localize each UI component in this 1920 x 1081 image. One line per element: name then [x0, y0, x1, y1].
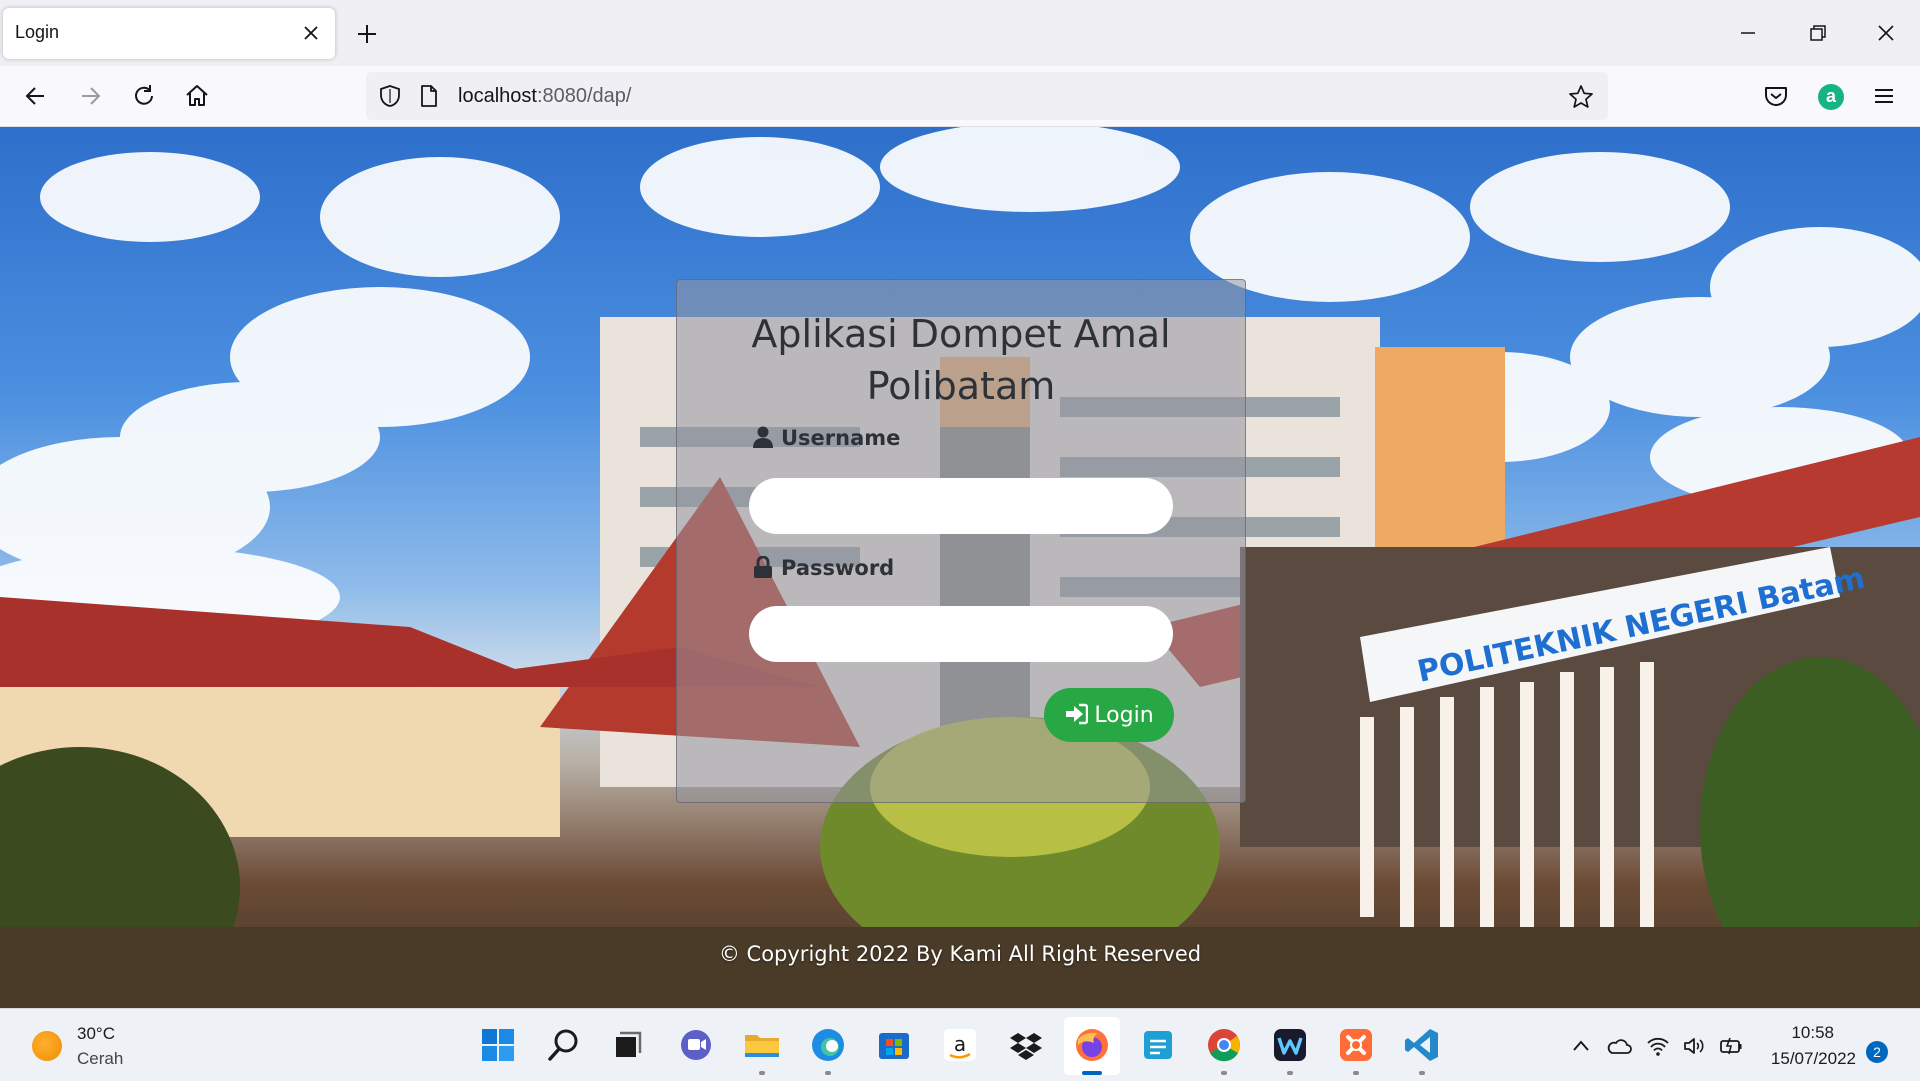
search-icon[interactable]: [544, 1025, 584, 1065]
page-title: Aplikasi Dompet Amal Polibatam: [751, 312, 1171, 408]
menu-icon[interactable]: [1870, 82, 1898, 110]
tracking-shield-icon[interactable]: [378, 84, 402, 108]
pocket-icon[interactable]: [1762, 82, 1790, 110]
back-icon[interactable]: [22, 82, 50, 110]
browser-tab-strip: Login: [0, 0, 1920, 66]
navigation-toolbar: localhost:8080/dap/ a: [0, 66, 1920, 127]
running-indicator: [1287, 1071, 1293, 1075]
wondershare-icon[interactable]: [1270, 1025, 1310, 1065]
store-icon[interactable]: [874, 1025, 914, 1065]
running-indicator: [1353, 1071, 1359, 1075]
home-icon[interactable]: [183, 82, 211, 110]
volume-icon[interactable]: [1682, 1035, 1706, 1057]
running-indicator: [825, 1071, 831, 1075]
tab-title: Login: [15, 22, 60, 42]
running-indicator: [1221, 1071, 1227, 1075]
running-indicator: [1419, 1071, 1425, 1075]
wifi-icon[interactable]: [1646, 1035, 1670, 1057]
running-indicator: [759, 1071, 765, 1075]
login-card: Aplikasi Dompet Amal Polibatam Username …: [676, 279, 1246, 803]
battery-charging-icon[interactable]: [1718, 1035, 1744, 1057]
amazon-icon[interactable]: a: [940, 1025, 980, 1065]
username-label: Username: [753, 426, 900, 450]
copyright-footer: © Copyright 2022 By Kami All Right Reser…: [718, 942, 1202, 966]
minimize-icon[interactable]: [1737, 22, 1759, 44]
dropbox-icon[interactable]: [1006, 1025, 1046, 1065]
url-text[interactable]: localhost:8080/dap/: [458, 85, 631, 108]
weather-description[interactable]: Cerah: [77, 1049, 123, 1069]
clock-time[interactable]: 10:58: [1791, 1023, 1834, 1043]
firefox-icon[interactable]: [1072, 1025, 1112, 1065]
chat-icon[interactable]: [676, 1025, 716, 1065]
user-icon: [753, 426, 773, 448]
page-viewport: POLITEKNIK NEGERI Batam Aplikasi Dompet …: [0, 127, 1920, 1008]
page-info-icon[interactable]: [418, 84, 440, 108]
url-bar[interactable]: localhost:8080/dap/: [366, 72, 1608, 120]
forward-icon[interactable]: [76, 82, 104, 110]
start-icon[interactable]: [478, 1025, 518, 1065]
password-input[interactable]: [749, 606, 1173, 662]
file-explorer-icon[interactable]: [742, 1025, 782, 1065]
browser-tab-login[interactable]: Login: [3, 8, 335, 59]
url-host: localhost: [458, 85, 537, 107]
username-input[interactable]: [749, 478, 1173, 534]
url-path: :8080/dap/: [536, 85, 632, 107]
login-button[interactable]: Login: [1044, 688, 1174, 742]
notification-badge[interactable]: 2: [1866, 1041, 1888, 1063]
bookmark-star-icon[interactable]: [1568, 84, 1594, 110]
new-tab-icon[interactable]: [355, 22, 379, 46]
password-label-text: Password: [781, 556, 895, 580]
tab-close-icon[interactable]: [301, 23, 321, 43]
active-indicator: [1082, 1071, 1102, 1075]
password-label: Password: [753, 555, 895, 580]
clock-date[interactable]: 15/07/2022: [1771, 1049, 1856, 1069]
reload-icon[interactable]: [130, 82, 158, 110]
username-label-text: Username: [781, 426, 901, 450]
chrome-icon[interactable]: [1204, 1025, 1244, 1065]
onedrive-icon[interactable]: [1606, 1035, 1632, 1057]
weather-temperature[interactable]: 30°C: [77, 1024, 115, 1044]
login-button-label: Login: [1094, 702, 1154, 728]
windows-taskbar: 30°C Cerah a 10:58 15/07/2022 2: [0, 1008, 1920, 1081]
task-view-icon[interactable]: [608, 1025, 648, 1065]
restore-icon[interactable]: [1807, 22, 1829, 44]
profile-avatar-icon[interactable]: a: [1818, 84, 1844, 110]
vscode-icon[interactable]: [1402, 1025, 1442, 1065]
chevron-up-icon[interactable]: [1570, 1035, 1592, 1057]
weather-sun-icon[interactable]: [32, 1031, 62, 1061]
close-window-icon[interactable]: [1875, 22, 1897, 44]
lock-icon: [754, 555, 772, 578]
postman-icon[interactable]: [1336, 1025, 1376, 1065]
svg-text:a: a: [954, 1032, 966, 1056]
calculator-icon[interactable]: [1138, 1025, 1178, 1065]
sign-in-icon: [1066, 703, 1089, 724]
edge-icon[interactable]: [808, 1025, 848, 1065]
